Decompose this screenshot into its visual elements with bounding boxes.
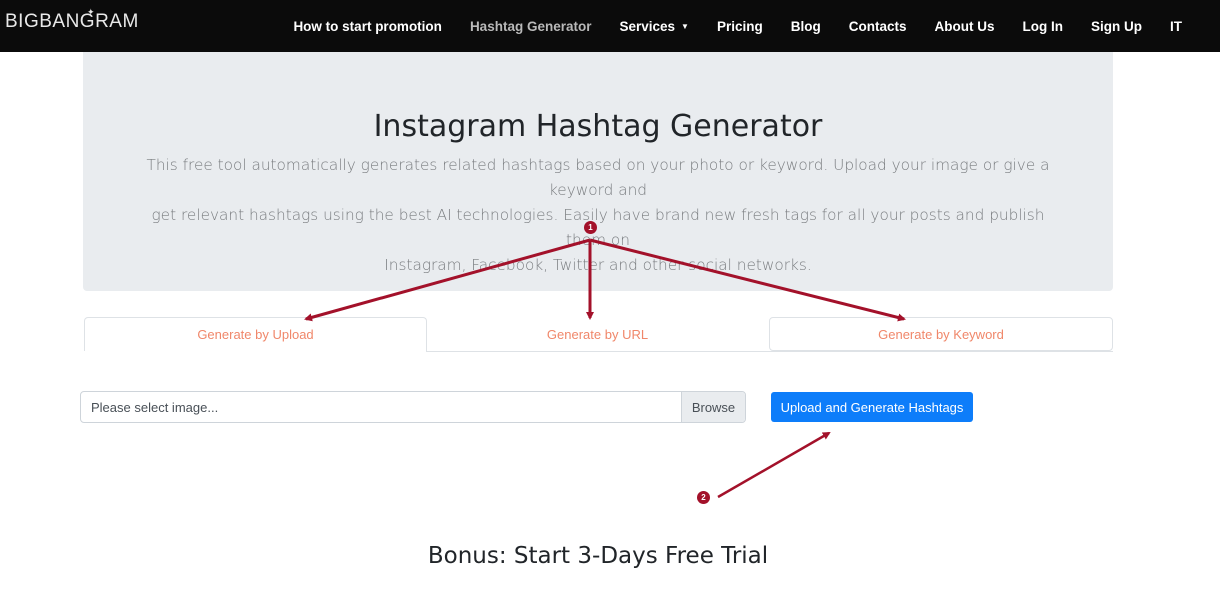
nav-how-to-start-promotion[interactable]: How to start promotion (279, 19, 456, 34)
file-input-placeholder[interactable]: Please select image... (81, 392, 681, 422)
nav-hashtag-generator[interactable]: Hashtag Generator (456, 19, 606, 34)
star-icon: ✦ (87, 7, 96, 17)
upload-and-generate-button[interactable]: Upload and Generate Hashtags (771, 392, 973, 422)
nav-about-us[interactable]: About Us (921, 19, 1009, 34)
hero-description-line: This free tool automatically generates r… (146, 156, 1050, 199)
nav-services[interactable]: Services ▼ (605, 19, 702, 34)
caret-down-icon: ▼ (681, 21, 689, 31)
hero-description-line: get relevant hashtags using the best AI … (151, 206, 1045, 249)
tab-generate-by-url[interactable]: Generate by URL (426, 317, 769, 351)
bonus-heading: Bonus: Start 3-Days Free Trial (427, 543, 769, 569)
nav-blog[interactable]: Blog (777, 19, 835, 34)
annotation-badge-1: 1 (584, 221, 597, 234)
hero-description: This free tool automatically generates r… (138, 153, 1058, 278)
browse-button[interactable]: Browse (681, 392, 745, 422)
nav-log-in[interactable]: Log In (1009, 19, 1078, 34)
nav-sign-up[interactable]: Sign Up (1077, 19, 1156, 34)
logo-text: BIGBANGRAM (5, 11, 139, 32)
tab-generate-by-keyword[interactable]: Generate by Keyword (769, 317, 1113, 351)
nav-services-label: Services (619, 18, 676, 34)
tabs-divider (426, 351, 1113, 352)
nav-pricing[interactable]: Pricing (703, 19, 777, 34)
top-navbar: BIGBANGRAM ✦ How to start promotion Hash… (0, 0, 1220, 52)
brand-logo[interactable]: BIGBANGRAM ✦ (5, 7, 139, 33)
tab-generate-by-upload[interactable]: Generate by Upload (84, 317, 427, 351)
page-title: Instagram Hashtag Generator (373, 109, 823, 144)
hero-description-line: Instagram, Facebook, Twitter and other s… (384, 256, 812, 274)
nav-contacts[interactable]: Contacts (835, 19, 921, 34)
annotation-badge-2: 2 (697, 491, 710, 504)
nav-menu: How to start promotion Hashtag Generator… (279, 0, 1220, 52)
arrow-to-upload-button (717, 431, 831, 499)
nav-language-it[interactable]: IT (1156, 19, 1220, 34)
image-file-input[interactable]: Please select image... Browse (80, 391, 746, 423)
hero-jumbotron: Instagram Hashtag Generator This free to… (83, 52, 1113, 291)
